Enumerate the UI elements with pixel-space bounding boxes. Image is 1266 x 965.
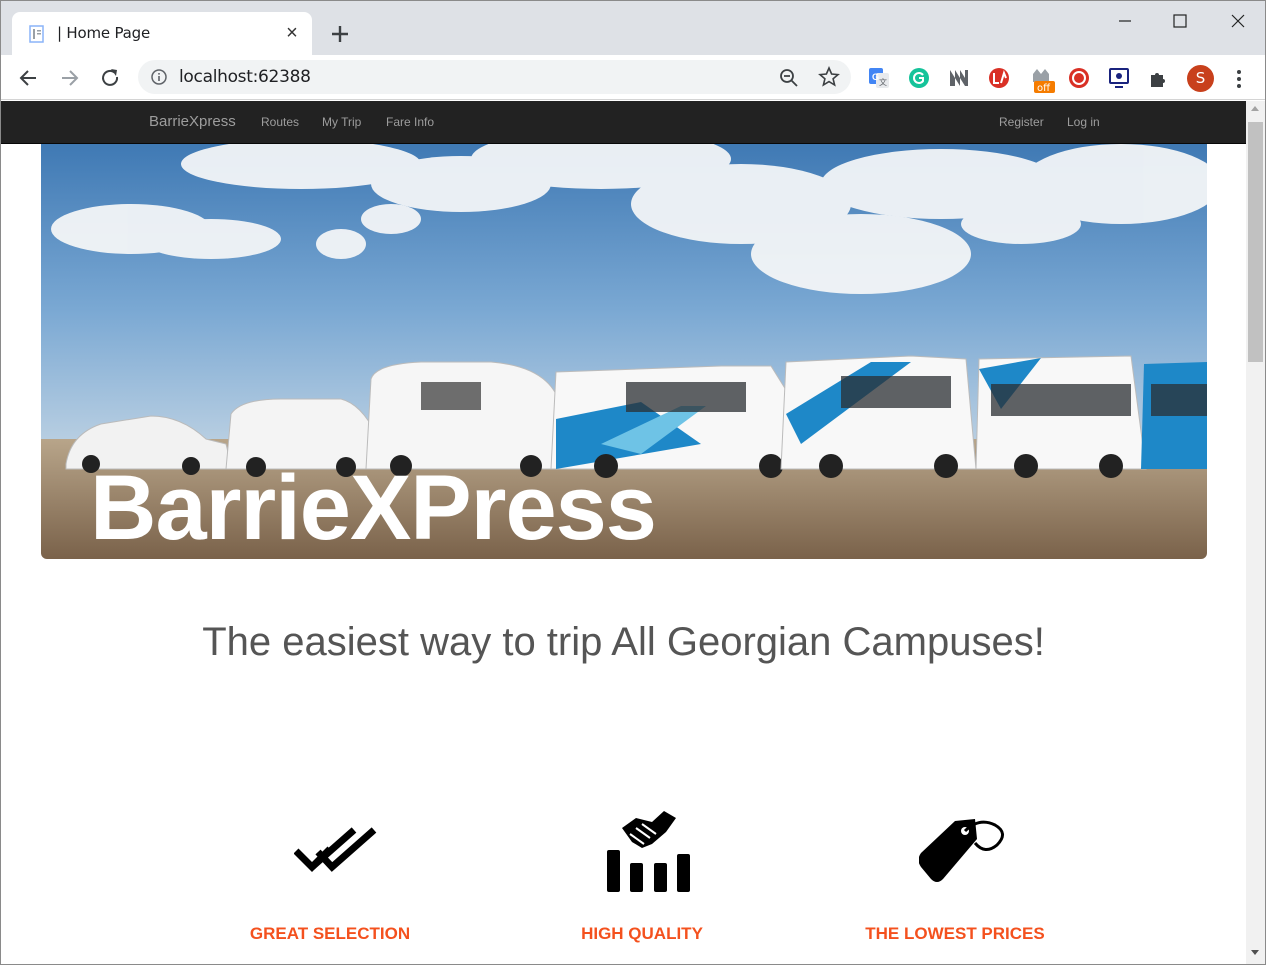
url-text[interactable]: localhost:62388 — [179, 67, 311, 87]
double-check-icon — [294, 827, 377, 872]
forward-icon[interactable] — [56, 65, 82, 91]
page-tagline: The easiest way to trip All Georgian Cam… — [202, 620, 1045, 664]
feature-text-prices — [826, 959, 1086, 964]
screen-icon[interactable] — [1107, 66, 1131, 90]
handshake-chart-icon — [607, 811, 690, 892]
browser-toolbar: localhost:62388 G 文 off S — [1, 55, 1265, 100]
feature-heading-prices: THE LOWEST PRICES — [865, 924, 1045, 943]
puzzle-icon[interactable] — [1147, 66, 1171, 90]
hero-banner: BarrieXPress — [41, 144, 1207, 559]
tab-strip: | Home Page × — [1, 1, 1265, 55]
more-options-icon[interactable] — [1229, 67, 1249, 91]
svg-text:G: G — [872, 72, 879, 82]
reload-icon[interactable] — [97, 65, 123, 91]
close-window-icon[interactable] — [1226, 9, 1250, 33]
record-icon[interactable] — [1067, 66, 1091, 90]
zoom-icon[interactable] — [778, 67, 800, 89]
address-bar[interactable]: localhost:62388 — [138, 60, 851, 94]
scroll-thumb[interactable] — [1248, 122, 1263, 362]
nav-link-routes[interactable]: Routes — [261, 115, 299, 129]
nav-link-login[interactable]: Log in — [1067, 115, 1100, 129]
scroll-up-arrow-icon[interactable] — [1251, 106, 1259, 111]
svg-text:文: 文 — [879, 77, 887, 87]
google-translate-icon[interactable]: G 文 — [867, 66, 891, 90]
feature-text-quality — [513, 959, 773, 964]
nav-link-my-trip[interactable]: My Trip — [322, 115, 361, 129]
star-icon[interactable] — [818, 66, 840, 88]
price-tag-icon — [919, 819, 1004, 882]
profile-avatar[interactable]: S — [1187, 65, 1214, 92]
feature-heading-selection: GREAT SELECTION — [249, 924, 411, 943]
scroll-down-arrow-icon[interactable] — [1251, 950, 1259, 955]
extension-red-icon[interactable] — [987, 66, 1011, 90]
extension-badge-text: off — [1037, 83, 1051, 94]
extension-off-icon[interactable]: off — [1027, 64, 1057, 94]
browser-window: | Home Page × localhost:62388 G 文 off S … — [0, 0, 1266, 965]
nav-link-fare-info[interactable]: Fare Info — [386, 115, 434, 129]
maximize-icon[interactable] — [1168, 9, 1192, 33]
extension-m-icon[interactable] — [947, 66, 971, 90]
tab-close-icon[interactable]: × — [282, 23, 302, 43]
navbar-brand[interactable]: BarrieXpress — [149, 113, 236, 130]
page-icon — [29, 25, 44, 43]
minimize-icon[interactable] — [1113, 9, 1137, 33]
feature-heading-quality: HIGH QUALITY — [581, 924, 703, 943]
page-viewport: BarrieXpress Routes My Trip Fare Info Re… — [1, 101, 1246, 964]
tab-title: | Home Page — [57, 24, 151, 42]
back-icon[interactable] — [16, 65, 42, 91]
info-icon[interactable] — [150, 68, 168, 86]
browser-tab[interactable]: | Home Page × — [12, 12, 312, 55]
site-navbar: BarrieXpress Routes My Trip Fare Info Re… — [1, 101, 1246, 144]
nav-link-register[interactable]: Register — [999, 115, 1044, 129]
grammarly-icon[interactable] — [907, 66, 931, 90]
plus-icon[interactable] — [327, 21, 353, 47]
hero-title: BarrieXPress — [90, 457, 657, 559]
feature-text-selection — [201, 959, 461, 964]
page-scrollbar[interactable] — [1246, 101, 1265, 964]
